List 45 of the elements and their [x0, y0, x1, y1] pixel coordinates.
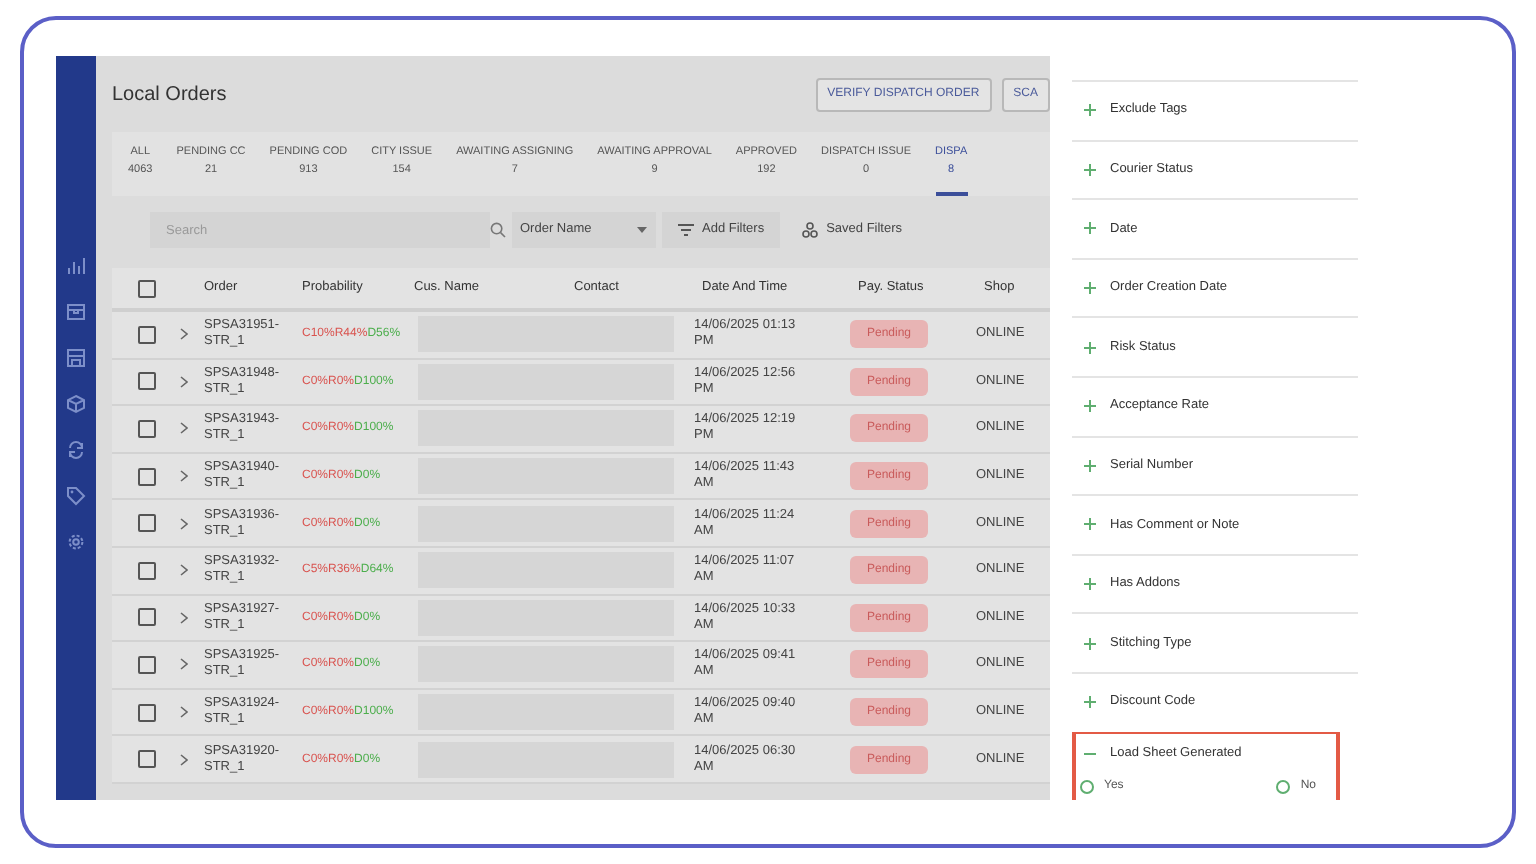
box-icon[interactable]: [66, 302, 86, 322]
checkbox[interactable]: [137, 325, 155, 344]
chevron-icon[interactable]: [180, 753, 188, 766]
bar-chart-icon[interactable]: [66, 256, 86, 276]
checkbox[interactable]: [137, 467, 155, 486]
plus-icon: [1084, 696, 1096, 709]
minus-icon: [1084, 747, 1096, 760]
plus-icon: [1084, 518, 1096, 531]
checkbox[interactable]: [137, 608, 155, 627]
plus-icon: [1084, 282, 1096, 295]
chevron-icon[interactable]: [180, 375, 188, 388]
plus-icon: [1084, 341, 1096, 354]
plus-icon: [1084, 400, 1096, 413]
plus-icon: [1084, 222, 1096, 235]
chevron-icon[interactable]: [180, 470, 188, 483]
chevron-icon[interactable]: [180, 706, 188, 719]
people-icon: [802, 222, 819, 238]
checkbox[interactable]: [137, 514, 155, 533]
filter-icon: [678, 224, 694, 236]
cube-icon[interactable]: [66, 394, 86, 414]
chevron-icon[interactable]: [180, 517, 188, 530]
gear-icon[interactable]: [66, 532, 86, 552]
chevron-icon[interactable]: [180, 564, 188, 577]
plus-icon: [1084, 163, 1096, 176]
store-icon[interactable]: [66, 348, 86, 368]
checkbox[interactable]: [137, 372, 155, 391]
chevron-icon[interactable]: [180, 422, 188, 435]
plus-icon: [1084, 637, 1096, 650]
refresh-icon[interactable]: [66, 440, 86, 460]
checkbox[interactable]: [137, 655, 155, 674]
chevron-icon[interactable]: [180, 611, 188, 624]
plus-icon: [1084, 578, 1096, 591]
page-title: Local Orders: [112, 81, 227, 109]
search-icon: [490, 222, 506, 238]
checkbox[interactable]: [137, 750, 155, 769]
checkbox[interactable]: [137, 279, 155, 297]
checkbox[interactable]: [137, 703, 155, 722]
checkbox[interactable]: [137, 561, 155, 580]
tag-icon[interactable]: [66, 486, 86, 506]
checkbox[interactable]: [137, 419, 155, 438]
plus-icon: [1084, 104, 1096, 117]
plus-icon: [1084, 459, 1096, 472]
chevron-icon[interactable]: [180, 328, 188, 341]
chevron-icon[interactable]: [180, 658, 188, 671]
caret-icon: [636, 226, 648, 234]
